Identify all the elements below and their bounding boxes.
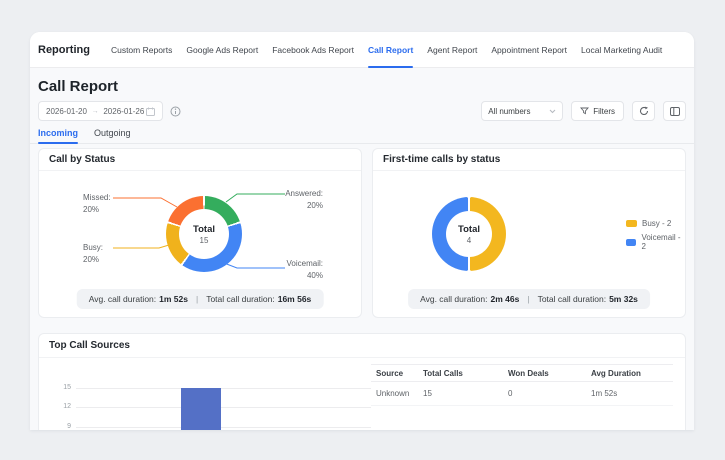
donut-total-value: 15 [199,235,209,245]
first-time-calls-title: First-time calls by status [373,149,685,171]
numbers-select-value: All numbers [488,106,531,116]
refresh-button[interactable] [632,101,655,121]
callout-busy: Busy: 20% [83,243,104,264]
tab-incoming[interactable]: Incoming [38,126,78,144]
top-call-sources-table: Source Total Calls Won Deals Avg Duratio… [371,364,673,406]
controls-row: 2026-01-20 → 2026-01-26 All numbers Filt… [38,100,686,122]
direction-tabs: Incoming Outgoing [30,126,694,144]
call-status-donut-center: Total 15 [179,209,229,259]
first-time-donut-center: Total 4 [446,211,492,257]
legend-item-voicemail[interactable]: Voicemail - 2 [626,233,685,251]
voicemail-swatch [626,238,637,246]
calendar-icon [146,107,155,116]
busy-swatch [626,220,637,227]
col-avg-duration: Avg Duration [591,368,641,378]
table-row[interactable]: Unknown 15 0 1m 52s [371,382,673,406]
top-call-sources-chart: 15 12 9 Source Total Calls Won Deals Avg… [39,358,685,430]
nav-item-custom-reports[interactable]: Custom Reports [111,32,172,68]
callout-missed: Missed: 20% [83,193,111,214]
nav-item-facebook-ads-report[interactable]: Facebook Ads Report [272,32,354,68]
refresh-icon [639,106,649,116]
nav-item-google-ads-report[interactable]: Google Ads Report [186,32,258,68]
col-source: Source [376,368,404,378]
nav-item-call-report[interactable]: Call Report [367,32,414,68]
unknown-source-bar[interactable] [181,388,221,430]
top-call-sources-title: Top Call Sources [39,334,685,358]
nav-item-agent-report[interactable]: Agent Report [427,32,477,68]
date-range-picker[interactable]: 2026-01-20 → 2026-01-26 [38,101,163,121]
numbers-select[interactable]: All numbers [481,101,564,121]
col-total-calls: Total Calls [423,368,463,378]
filters-label: Filters [593,106,615,116]
table-header-row: Source Total Calls Won Deals Avg Duratio… [371,364,673,382]
first-time-calls-card: First-time calls by status Total 4 Busy … [372,148,686,318]
y-tick-12: 12 [63,403,71,410]
filters-button[interactable]: Filters [571,101,624,121]
report-content: Call Report 2026-01-20 → 2026-01-26 All … [30,68,694,430]
callout-answered: Answered: 20% [285,189,323,210]
chevron-down-icon [549,109,556,114]
top-nav: Reporting Custom Reports Google Ads Repo… [30,32,694,68]
date-from[interactable]: 2026-01-20 [46,107,87,116]
filter-icon [580,107,590,115]
layout-columns-icon [669,106,680,116]
donut-total-label: Total [458,223,480,235]
call-by-status-title: Call by Status [39,149,361,171]
call-by-status-card: Call by Status Total 15 Missed: 20% Busy… [38,148,362,318]
tab-outgoing[interactable]: Outgoing [94,126,131,144]
y-tick-9: 9 [67,423,71,430]
layout-columns-button[interactable] [663,101,686,121]
donut-total-label: Total [193,223,215,235]
page-title: Call Report [38,78,119,95]
nav-item-local-marketing-audit[interactable]: Local Marketing Audit [581,32,662,68]
first-time-duration-summary: Avg. call duration: 2m 46s | Total call … [408,289,650,309]
date-arrow: → [91,107,99,115]
app-window: Reporting Custom Reports Google Ads Repo… [30,32,694,430]
callout-voicemail: Voicemail: 40% [286,259,323,280]
nav-item-appointment-report[interactable]: Appointment Report [491,32,567,68]
y-tick-15: 15 [63,384,71,391]
first-time-legend: Busy - 2 Voicemail - 2 [626,219,685,251]
col-won-deals: Won Deals [508,368,549,378]
call-duration-summary: Avg. call duration: 1m 52s | Total call … [76,289,324,309]
date-to[interactable]: 2026-01-26 [103,107,144,116]
legend-item-busy[interactable]: Busy - 2 [626,219,685,228]
nav-brand: Reporting [38,43,90,56]
top-call-sources-card: Top Call Sources 15 12 9 Source Total Ca… [38,333,686,430]
donut-total-value: 4 [466,235,472,245]
info-icon[interactable] [170,106,181,117]
